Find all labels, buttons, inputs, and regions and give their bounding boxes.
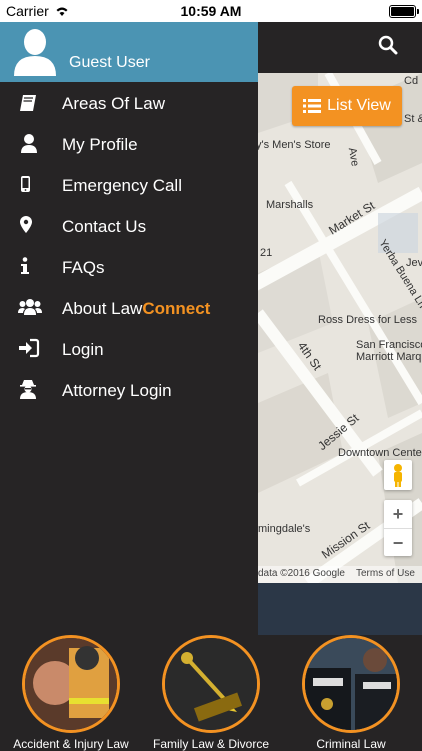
menu-item-label: Emergency Call [62,176,182,195]
zoom-out-button[interactable]: − [384,529,412,557]
map-zoom-controls: + − [384,500,412,556]
map-label: St & [404,113,422,125]
search-icon[interactable] [378,35,402,59]
category-label: Accident & Injury Law [13,737,129,751]
map-marker-icon [18,215,40,237]
clock: 10:59 AM [180,3,242,19]
map-label: Ross Dress for Less [318,314,418,326]
menu-item-label: About LawConnect [62,299,210,319]
drawer-header: Guest User [0,22,258,82]
menu-item-label: Login [62,340,104,359]
map-label: Marriott Marquis [356,351,422,363]
menu-item-label: FAQs [62,258,105,277]
map-label: Downtown Center [338,447,422,459]
map-attribution: data ©2016 Google Terms of Use [258,566,422,583]
category-image [22,635,120,733]
map-label: 21 [260,247,273,259]
list-view-button[interactable]: List View [292,86,402,126]
list-view-label: List View [327,97,391,114]
menu-item-label: Attorney Login [62,381,172,400]
map-label: Jev [406,257,422,269]
map-label: mingdale's [258,523,311,535]
category-label: Family Law & Divorce [152,737,270,751]
category-accident-injury[interactable]: Accident & Injury Law [1,635,141,751]
map-label: y's Men's Store [258,139,331,151]
battery-icon [389,5,419,18]
book-icon [18,92,40,114]
user-name: Guest User [69,54,150,71]
menu-item-faqs[interactable]: FAQs [0,248,258,288]
info-icon [18,256,40,278]
map-label: San Francisco [356,339,422,351]
user-icon [18,133,40,155]
map-bottom-band [258,583,422,635]
status-bar: Carrier 10:59 AM [0,0,422,22]
sign-in-icon [18,338,40,360]
category-bar: Accident & Injury Law Family Law & Divor… [0,635,422,751]
menu-item-label: Areas Of Law [62,94,165,113]
avatar-icon [14,28,56,76]
map-label: Marshalls [266,199,314,211]
users-group-icon [18,297,42,319]
menu-item-login[interactable]: Login [0,330,258,370]
mobile-phone-icon [18,174,40,196]
category-image [162,635,260,733]
menu-item-contact-us[interactable]: Contact Us [0,207,258,247]
category-image [302,635,400,733]
menu-item-areas-of-law[interactable]: Areas Of Law [0,84,258,124]
terms-of-use-link[interactable]: Terms of Use [356,568,415,579]
menu-item-my-profile[interactable]: My Profile [0,125,258,165]
side-drawer: Guest User Areas Of Law My Profile Emerg… [0,22,258,635]
street-view-pegman-icon[interactable] [384,460,412,490]
map-data-credit: data ©2016 Google [258,568,345,579]
list-icon [303,99,322,113]
about-label-prefix: About Law [62,299,143,318]
menu-item-attorney-login[interactable]: Attorney Login [0,371,258,411]
user-secret-icon [18,379,40,401]
category-family-divorce[interactable]: Family Law & Divorce [141,635,281,751]
menu-item-label: Contact Us [62,217,147,236]
menu-item-emergency-call[interactable]: Emergency Call [0,166,258,206]
about-label-accent: Connect [142,299,211,318]
menu-item-label: My Profile [62,135,138,154]
map-label: Cd [404,75,419,87]
zoom-in-button[interactable]: + [384,500,412,529]
category-criminal-law[interactable]: Criminal Law [281,635,421,751]
category-label: Criminal Law [316,737,386,751]
menu-item-about[interactable]: About LawConnect [0,289,258,329]
